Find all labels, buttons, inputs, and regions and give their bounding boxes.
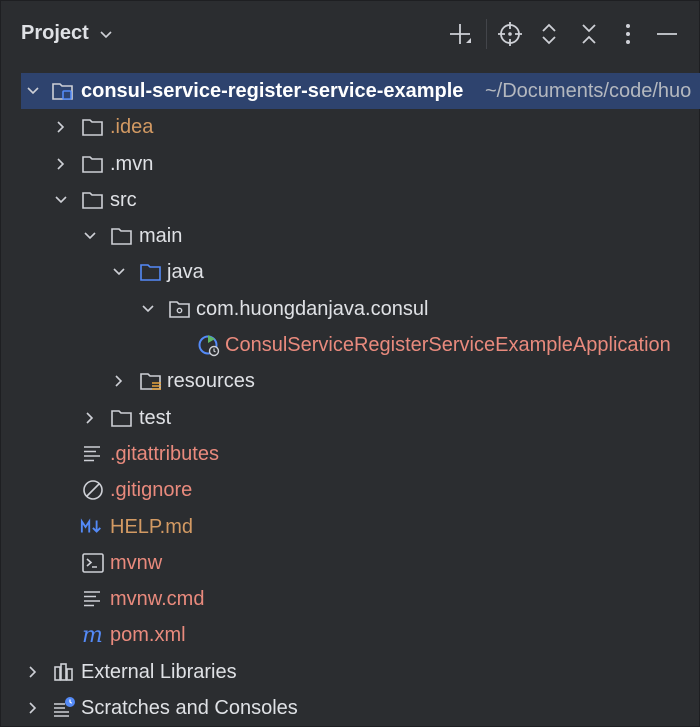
tree-row-root[interactable]: consul-service-register-service-example … [21,73,700,110]
package-icon [168,297,192,321]
module-folder-icon [51,79,75,103]
tree-row-gitignore[interactable]: .gitignore [1,472,700,508]
tree-row-mvnw-cmd[interactable]: mvnw.cmd [1,581,700,617]
project-view-selector[interactable]: Project [21,22,113,45]
tree-row-application-class[interactable]: ConsulServiceRegisterServiceExampleAppli… [1,327,700,363]
chevron-down-icon[interactable] [23,73,43,109]
tree-row-pom-xml[interactable]: m pom.xml [1,617,700,653]
more-icon[interactable] [613,19,643,49]
file-name: .gitignore [110,479,193,502]
resources-folder-icon [139,369,163,393]
chevron-right-icon[interactable] [23,654,43,690]
project-title: Project [21,22,89,44]
folder-name: .idea [110,116,154,139]
spring-boot-class-icon [197,333,221,357]
tree-row-mvnw[interactable]: mvnw [1,545,700,581]
project-panel: Project consul-service-register-service-… [0,0,700,727]
class-name: ConsulServiceRegisterServiceExampleAppli… [225,334,671,357]
folder-name: src [110,188,137,211]
markdown-icon [80,515,104,539]
folder-icon [110,406,134,430]
tree-row-java[interactable]: java [1,254,700,290]
folder-icon [81,115,105,139]
tree-row-external-libraries[interactable]: External Libraries [1,654,700,690]
tree-row-src[interactable]: src [1,182,700,218]
file-name: HELP.md [110,515,194,538]
header-separator [486,19,487,49]
folder-icon [81,188,105,212]
tree-row-test[interactable]: test [1,400,700,436]
file-name: mvnw.cmd [110,588,205,611]
chevron-down-icon[interactable] [109,254,129,290]
plus-icon[interactable] [445,19,475,49]
tree-row-gitattributes[interactable]: .gitattributes [1,436,700,472]
expand-all-icon[interactable] [534,19,564,49]
node-name: External Libraries [81,660,237,683]
tree-row-help-md[interactable]: HELP.md [1,509,700,545]
tree-row-package[interactable]: com.huongdanjava.consul [1,291,700,327]
file-name: mvnw [110,551,163,574]
tree-row-main[interactable]: main [1,218,700,254]
project-header: Project [1,1,700,69]
chevron-right-icon[interactable] [80,400,100,436]
package-name: com.huongdanjava.consul [196,297,429,320]
ignore-file-icon [81,478,105,502]
source-folder-icon [139,260,163,284]
node-name: Scratches and Consoles [81,697,298,720]
locate-icon[interactable] [495,19,525,49]
tree-row-scratches[interactable]: Scratches and Consoles [1,690,700,726]
svg-text:m: m [82,623,103,647]
root-module-name: consul-service-register-service-example [81,80,464,102]
chevron-right-icon[interactable] [23,690,43,726]
file-name: pom.xml [110,624,186,647]
folder-name: resources [167,370,255,393]
folder-name: .mvn [110,152,154,175]
chevron-right-icon[interactable] [51,109,71,145]
minimize-icon[interactable] [652,19,682,49]
root-module-path: ~/Documents/code/huo [485,80,692,102]
tree-row-mvn[interactable]: .mvn [1,146,700,182]
folder-icon [81,152,105,176]
file-name: .gitattributes [110,442,219,465]
scratches-icon [52,696,76,720]
tree-row-resources[interactable]: resources [1,363,700,399]
folder-icon [110,224,134,248]
text-file-icon [81,587,105,611]
shell-script-icon [81,551,105,575]
folder-name: main [139,225,183,248]
maven-icon: m [81,623,105,647]
chevron-right-icon[interactable] [109,363,129,399]
project-tree: consul-service-register-service-example … [1,73,700,726]
chevron-down-icon[interactable] [51,182,71,218]
chevron-down-icon[interactable] [138,291,158,327]
chevron-down-icon [99,27,113,41]
tree-row-idea[interactable]: .idea [1,109,700,145]
folder-name: test [139,406,172,429]
library-icon [52,660,76,684]
folder-name: java [167,261,204,284]
collapse-all-icon[interactable] [574,19,604,49]
text-file-icon [81,442,105,466]
chevron-down-icon[interactable] [80,218,100,254]
chevron-right-icon[interactable] [51,146,71,182]
